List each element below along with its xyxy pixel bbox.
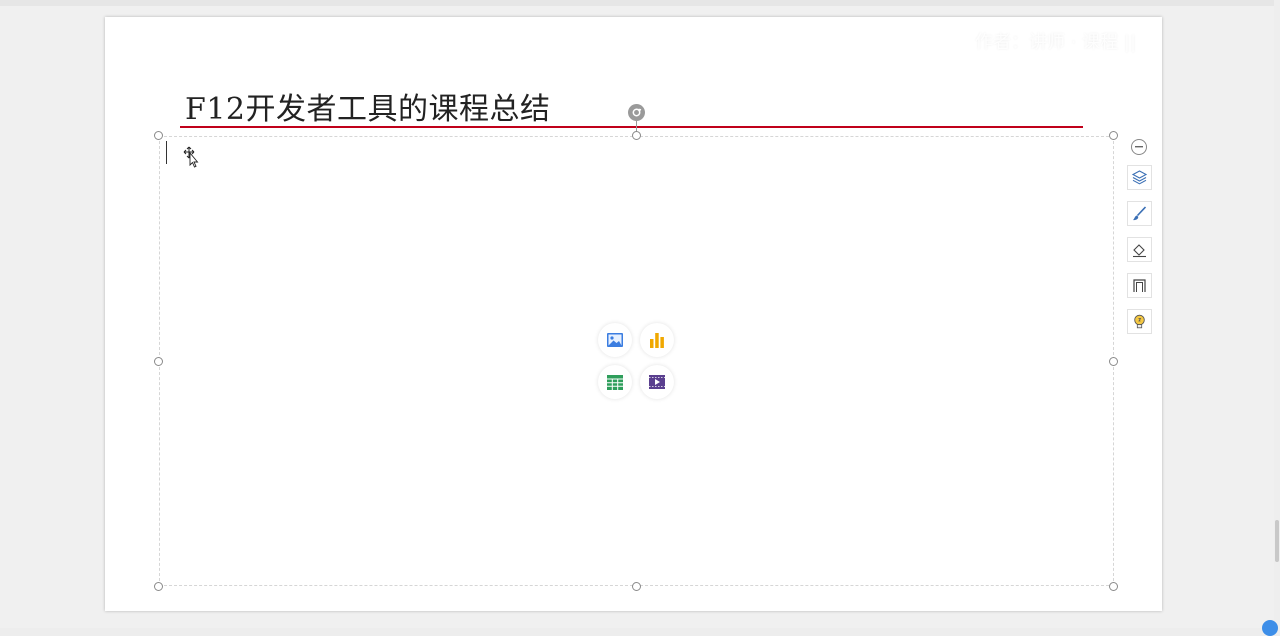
table-icon	[607, 374, 623, 390]
frame-icon	[1133, 279, 1146, 292]
assistant-bubble-icon[interactable]	[1262, 620, 1278, 636]
bar-chart-icon	[650, 333, 664, 348]
collapse-toolbar-button[interactable]	[1131, 139, 1147, 155]
minus-circle-icon	[1135, 146, 1143, 148]
resize-handle-bottom-center[interactable]	[632, 582, 641, 591]
slide-title[interactable]: F12开发者工具的课程总结	[185, 84, 551, 128]
frame-button[interactable]	[1127, 273, 1152, 298]
insert-table-button[interactable]	[598, 365, 632, 399]
insert-video-button[interactable]	[640, 365, 674, 399]
image-icon	[607, 333, 623, 347]
editor-workspace: F12开发者工具的课程总结 作者：讲师 · 课程 ||	[0, 0, 1280, 636]
top-strip	[0, 0, 1280, 6]
title-underline	[180, 126, 1083, 128]
eraser-fill-button[interactable]	[1127, 237, 1152, 262]
resize-handle-middle-left[interactable]	[154, 357, 163, 366]
video-watermark: 作者：讲师 · 课程 ||	[975, 32, 1137, 53]
resize-handle-bottom-right[interactable]	[1109, 582, 1118, 591]
layers-icon	[1131, 170, 1148, 185]
resize-handle-bottom-left[interactable]	[154, 582, 163, 591]
resize-handle-top-right[interactable]	[1109, 131, 1118, 140]
eraser-icon	[1133, 244, 1146, 258]
video-icon	[649, 375, 665, 389]
insert-chart-button[interactable]	[640, 323, 674, 357]
rotate-icon	[632, 108, 642, 117]
insert-image-button[interactable]	[598, 323, 632, 357]
move-cursor-icon	[183, 146, 199, 168]
insert-content-grid	[598, 323, 678, 403]
layers-button[interactable]	[1127, 165, 1152, 190]
brush-icon	[1133, 206, 1147, 221]
rotate-handle[interactable]	[628, 104, 645, 121]
idea-button[interactable]	[1127, 309, 1152, 334]
text-caret	[166, 141, 167, 164]
lightbulb-icon	[1134, 314, 1145, 329]
brush-button[interactable]	[1127, 201, 1152, 226]
scrollbar-thumb[interactable]	[1275, 520, 1279, 562]
resize-handle-top-center[interactable]	[632, 131, 641, 140]
resize-handle-top-left[interactable]	[154, 131, 163, 140]
resize-handle-middle-right[interactable]	[1109, 357, 1118, 366]
